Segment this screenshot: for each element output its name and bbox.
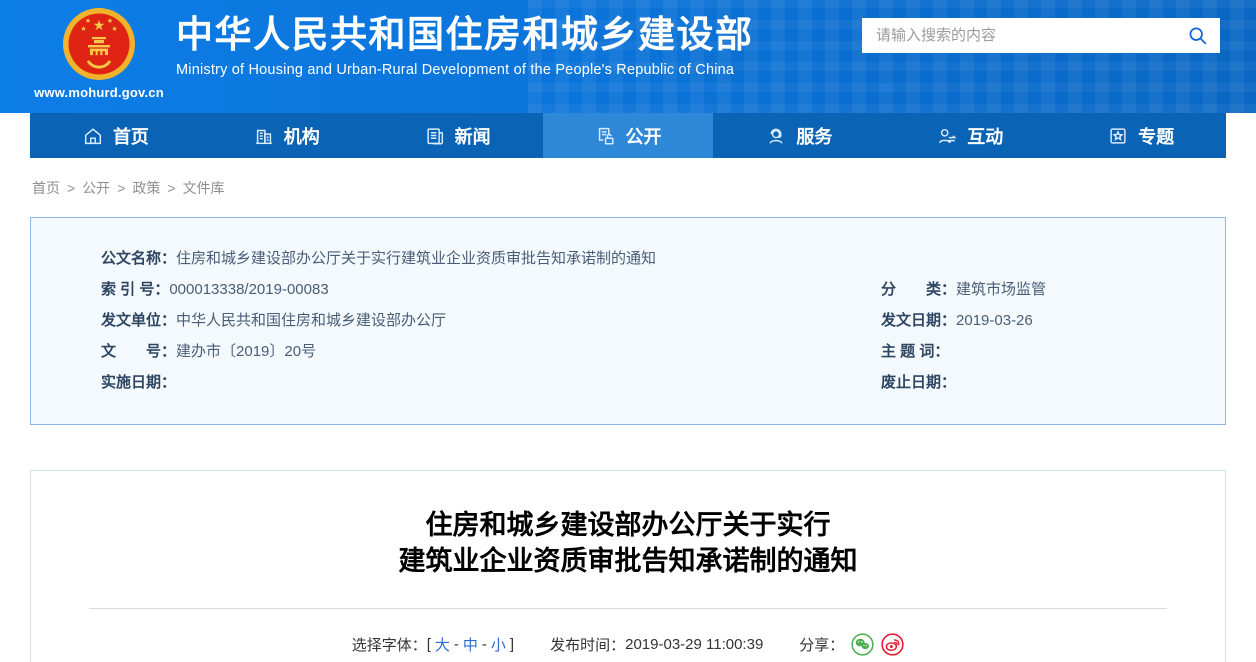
font-selector-open-bracket: [ (426, 636, 431, 653)
meta-label: 文 号： (101, 343, 177, 360)
breadcrumb-item-disclosure[interactable]: 公开 (82, 180, 110, 196)
font-size-medium-link[interactable]: 中 (463, 634, 478, 655)
search-icon (1189, 27, 1206, 45)
nav-label: 互动 (967, 126, 1004, 147)
meta-row-document-name: 公文名称： 住房和城乡建设部办公厅关于实行建筑业企业资质审批告知承诺制的通知 (101, 243, 1225, 274)
meta-value: 2019-03-26 (956, 312, 1033, 329)
meta-value: 000013338/2019-00083 (169, 281, 329, 298)
breadcrumb-item-library[interactable]: 文件库 (183, 180, 225, 196)
nav-label: 新闻 (454, 126, 491, 147)
nav-label: 专题 (1138, 126, 1175, 147)
meta-label: 发文日期： (881, 312, 957, 329)
meta-label: 主 题 词： (881, 343, 950, 360)
search-button[interactable] (1174, 18, 1220, 53)
font-selector-dash: - (453, 636, 459, 653)
nav-item-interaction[interactable]: 互动 (884, 113, 1055, 158)
breadcrumb-separator: > (167, 180, 176, 196)
news-icon (427, 127, 443, 145)
wechat-icon (851, 633, 874, 656)
nav-item-topics[interactable]: 专题 (1055, 113, 1226, 158)
nav-label: 公开 (625, 126, 662, 147)
meta-label: 发文单位： (101, 312, 177, 329)
svg-text:★: ★ (85, 17, 91, 25)
meta-value: 住房和城乡建设部办公厅关于实行建筑业企业资质审批告知承诺制的通知 (176, 250, 657, 267)
publish-time: 发布时间： 2019-03-29 11:00:39 (550, 634, 763, 655)
breadcrumb-separator: > (67, 180, 76, 196)
meta-row-issue-date: 发文日期： 2019-03-26 (881, 305, 1225, 336)
meta-label: 实施日期： (101, 374, 177, 391)
meta-row-repeal-date: 废止日期： (881, 367, 1225, 398)
organization-icon (255, 129, 272, 144)
main-nav: 首页 机构 新闻 公开 服务 互动 专题 (30, 113, 1226, 158)
site-title-cn: 中华人民共和国住房和城乡建设部 (176, 14, 754, 55)
nav-label: 服务 (796, 126, 833, 147)
document-meta-box: 公文名称： 住房和城乡建设部办公厅关于实行建筑业企业资质审批告知承诺制的通知 索… (30, 217, 1226, 425)
font-size-large-link[interactable]: 大 (435, 634, 450, 655)
meta-row-index-number: 索 引 号： 000013338/2019-00083 (101, 274, 881, 305)
meta-row-category: 分 类： 建筑市场监管 (881, 274, 1225, 305)
weibo-share-button[interactable] (881, 633, 904, 656)
meta-label: 索 引 号： (101, 281, 170, 298)
svg-text:★: ★ (111, 25, 117, 33)
nav-item-news[interactable]: 新闻 (372, 113, 543, 158)
search-input[interactable] (862, 18, 1174, 53)
meta-right-column: 分 类： 建筑市场监管 发文日期： 2019-03-26 主 题 词： 废止日期… (881, 274, 1225, 398)
article-info-row: 选择字体： [ 大 - 中 - 小 ] 发布时间： 2019-03-29 11:… (31, 633, 1225, 656)
article-card: 住房和城乡建设部办公厅关于实行 建筑业企业资质审批告知承诺制的通知 选择字体： … (30, 470, 1226, 662)
meta-label: 分 类： (881, 281, 957, 298)
site-titles: 中华人民共和国住房和城乡建设部 Ministry of Housing and … (176, 13, 754, 78)
meta-row-issuing-unit: 发文单位： 中华人民共和国住房和城乡建设部办公厅 (101, 305, 881, 336)
nav-item-disclosure[interactable]: 公开 (542, 113, 714, 158)
share-group: 分享： (799, 633, 904, 656)
share-label: 分享： (799, 637, 845, 654)
meta-label: 废止日期： (881, 374, 957, 391)
font-selector-dash: - (481, 636, 487, 653)
meta-row-subject-words: 主 题 词： (881, 336, 1225, 367)
weibo-icon (881, 633, 904, 656)
breadcrumb-separator: > (117, 180, 126, 196)
nav-label: 首页 (112, 126, 149, 147)
meta-left-column: 索 引 号： 000013338/2019-00083 发文单位： 中华人民共和… (101, 274, 881, 398)
nav-item-services[interactable]: 服务 (713, 113, 884, 158)
publish-time-label: 发布时间： (550, 637, 626, 654)
meta-value: 中华人民共和国住房和城乡建设部办公厅 (176, 312, 447, 329)
meta-value: 建办市〔2019〕20号 (176, 343, 317, 360)
article-title: 住房和城乡建设部办公厅关于实行 建筑业企业资质审批告知承诺制的通知 (31, 507, 1225, 579)
site-banner: ★ ★ ★ ★ ★ www.mohurd.gov.cn 中华人民共和国住房和城乡… (0, 0, 1256, 113)
font-size-small-link[interactable]: 小 (491, 634, 506, 655)
site-logo[interactable]: ★ ★ ★ ★ ★ www.mohurd.gov.cn (34, 6, 164, 100)
nav-item-home[interactable]: 首页 (30, 113, 201, 158)
meta-row-document-number: 文 号： 建办市〔2019〕20号 (101, 336, 881, 367)
interaction-icon (939, 128, 957, 143)
font-selector-close-bracket: ] (509, 636, 515, 653)
breadcrumb-item-home[interactable]: 首页 (32, 180, 60, 196)
breadcrumb-item-policy[interactable]: 政策 (132, 180, 160, 196)
services-icon (769, 128, 784, 144)
svg-text:★: ★ (107, 17, 113, 25)
svg-text:★: ★ (93, 17, 106, 33)
title-divider (89, 608, 1167, 609)
site-url: www.mohurd.gov.cn (34, 85, 164, 100)
search-box (862, 18, 1220, 53)
font-selector-label: 选择字体： (351, 637, 427, 654)
meta-value: 建筑市场监管 (956, 281, 1047, 298)
disclosure-icon (598, 127, 614, 145)
nav-item-organization[interactable]: 机构 (201, 113, 372, 158)
svg-text:★: ★ (80, 25, 86, 33)
meta-label: 公文名称： (101, 250, 177, 267)
topics-icon (1110, 127, 1126, 144)
breadcrumb: 首页 > 公开 > 政策 > 文件库 (32, 178, 1226, 198)
article-title-line1: 住房和城乡建设部办公厅关于实行 (425, 510, 831, 540)
article-title-line2: 建筑业企业资质审批告知承诺制的通知 (398, 546, 858, 576)
nav-label: 机构 (283, 126, 320, 147)
publish-time-value: 2019-03-29 11:00:39 (625, 636, 764, 653)
font-size-selector: 选择字体： [ 大 - 中 - 小 ] (352, 634, 514, 655)
national-emblem-icon: ★ ★ ★ ★ ★ (63, 8, 135, 80)
meta-row-effective-date: 实施日期： (101, 367, 881, 398)
wechat-share-button[interactable] (851, 633, 874, 656)
home-icon (84, 127, 101, 144)
site-title-en: Ministry of Housing and Urban-Rural Deve… (176, 62, 735, 78)
